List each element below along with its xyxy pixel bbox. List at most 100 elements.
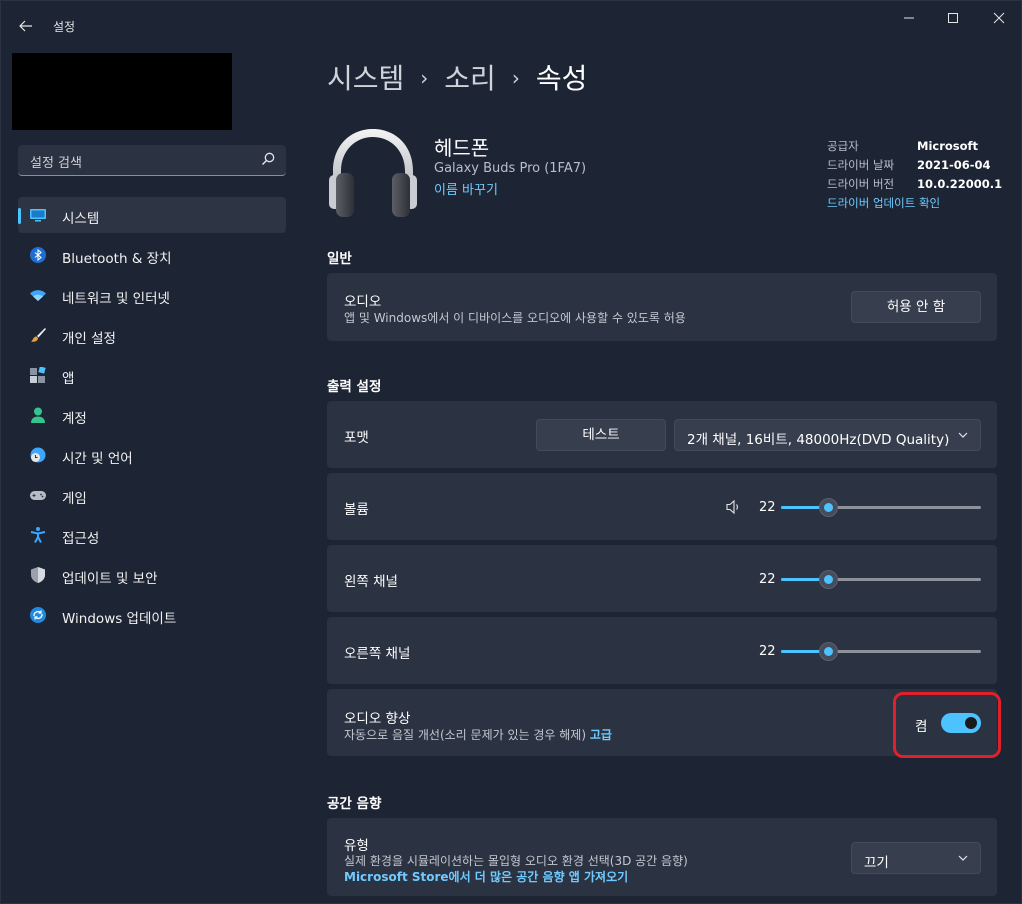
slider-thumb[interactable] xyxy=(819,642,838,661)
left-channel-slider[interactable] xyxy=(781,569,981,589)
spatial-selected: 끄기 xyxy=(864,855,889,871)
headphones-icon xyxy=(329,129,417,217)
card-subtitle: 실제 환경을 시뮬레이션하는 몰입형 오디오 환경 선택(3D 공간 음향) xyxy=(344,854,688,868)
sidebar-item-label: 게임 xyxy=(62,491,87,507)
sidebar-item-label: 업데이트 및 보안 xyxy=(62,571,158,587)
search-placeholder: 설정 검색 xyxy=(30,156,82,171)
sidebar-item-label: Windows 업데이트 xyxy=(62,611,177,627)
breadcrumb-separator: › xyxy=(420,66,429,90)
brush-icon xyxy=(31,328,46,342)
wifi-icon xyxy=(30,290,46,301)
sidebar-item-label: 네트워크 및 인터넷 xyxy=(62,291,170,307)
slider-thumb[interactable] xyxy=(819,570,838,589)
annotation-highlight-box xyxy=(893,692,1001,758)
sidebar-item-gaming[interactable]: 게임 xyxy=(18,477,286,513)
right-channel-slider[interactable] xyxy=(781,641,981,661)
device-name: 헤드폰 xyxy=(434,136,490,160)
maximize-button[interactable] xyxy=(933,9,973,31)
card-title: 왼쪽 채널 xyxy=(344,574,398,590)
card-title: 포맷 xyxy=(344,430,369,446)
breadcrumb-sound[interactable]: 소리 xyxy=(444,62,496,95)
account-profile-redacted[interactable] xyxy=(12,53,232,130)
chevron-down-icon xyxy=(958,432,968,438)
maximize-icon xyxy=(948,13,958,23)
enhancement-description: 자동으로 음질 개선(소리 문제가 있는 경우 해제) xyxy=(344,728,587,742)
search-icon[interactable] xyxy=(260,151,276,167)
sidebar-item-accessibility[interactable]: 접근성 xyxy=(18,517,286,553)
sidebar-item-system[interactable]: 시스템 xyxy=(18,197,286,233)
driver-update-link[interactable]: 드라이버 업데이트 확인 xyxy=(827,194,1002,213)
minimize-button[interactable] xyxy=(889,9,929,31)
rename-link[interactable]: 이름 바꾸기 xyxy=(434,179,498,198)
section-title-spatial: 공간 음향 xyxy=(327,796,382,812)
back-button[interactable] xyxy=(15,15,37,37)
sidebar-item-time-language[interactable]: 시간 및 언어 xyxy=(18,437,286,473)
chevron-down-icon xyxy=(958,855,968,861)
sidebar-item-bluetooth[interactable]: Bluetooth & 장치 xyxy=(18,237,286,273)
sidebar-item-personalization[interactable]: 개인 설정 xyxy=(18,317,286,353)
sidebar-item-label: 앱 xyxy=(62,371,75,387)
volume-card: 볼륨 22 xyxy=(327,473,997,540)
meta-key: 드라이버 날짜 xyxy=(827,158,895,172)
accessibility-icon xyxy=(30,527,46,543)
volume-slider[interactable] xyxy=(781,497,981,517)
card-title: 오디오 xyxy=(344,294,382,310)
back-arrow-icon xyxy=(19,20,32,32)
meta-value: 10.0.22000.1 xyxy=(917,177,1003,191)
speaker-icon[interactable] xyxy=(725,499,741,515)
clock-globe-icon xyxy=(30,447,46,463)
bluetooth-icon xyxy=(30,247,46,263)
settings-window: 설정 설정 검색 시스템 Bluetooth & 장치 네트워크 및 인터넷 개… xyxy=(0,0,1022,904)
gamepad-icon xyxy=(30,491,46,500)
card-title: 오른쪽 채널 xyxy=(344,646,411,662)
sidebar-item-label: 계정 xyxy=(62,411,87,427)
breadcrumb-system[interactable]: 시스템 xyxy=(327,62,404,95)
device-model: Galaxy Buds Pro (1FA7) xyxy=(434,161,587,176)
spatial-type-card: 유형 실제 환경을 시뮬레이션하는 몰입형 오디오 환경 선택(3D 공간 음향… xyxy=(327,818,997,896)
meta-row-driver-version: 드라이버 버전 10.0.22000.1 xyxy=(827,175,1002,194)
audio-allow-card: 오디오 앱 및 Windows에서 이 디바이스를 오디오에 사용할 수 있도록… xyxy=(327,273,997,341)
sidebar-item-accounts[interactable]: 계정 xyxy=(18,397,286,433)
left-channel-value: 22 xyxy=(759,572,776,587)
format-selected: 2개 채널, 16비트, 48000Hz(DVD Quality) xyxy=(687,432,950,448)
breadcrumb: 시스템 › 소리 › 속성 xyxy=(327,57,587,97)
card-title: 유형 xyxy=(344,838,369,854)
meta-row-driver-date: 드라이버 날짜 2021-06-04 xyxy=(827,156,1002,175)
sidebar-item-label: 개인 설정 xyxy=(62,331,116,347)
card-subtitle: 앱 및 Windows에서 이 디바이스를 오디오에 사용할 수 있도록 허용 xyxy=(344,311,686,325)
right-channel-value: 22 xyxy=(759,644,776,659)
breadcrumb-separator: › xyxy=(511,66,520,90)
system-monitor-icon xyxy=(30,209,46,222)
meta-value: 2021-06-04 xyxy=(917,158,991,172)
sidebar-item-network[interactable]: 네트워크 및 인터넷 xyxy=(18,277,286,313)
card-title: 볼륨 xyxy=(344,502,369,518)
meta-key: 공급자 xyxy=(827,139,859,153)
test-button[interactable]: 테스트 xyxy=(536,419,666,451)
right-channel-card: 오른쪽 채널 22 xyxy=(327,617,997,684)
person-icon xyxy=(31,407,45,423)
minimize-icon xyxy=(904,17,914,19)
store-spatial-apps-link[interactable]: Microsoft Store에서 더 많은 공간 음향 앱 가져오기 xyxy=(344,868,628,885)
meta-value: Microsoft xyxy=(917,139,979,153)
settings-search-input[interactable]: 설정 검색 xyxy=(18,145,286,176)
sidebar-item-update-security[interactable]: 업데이트 및 보안 xyxy=(18,557,286,593)
meta-row-provider: 공급자 Microsoft xyxy=(827,137,1002,156)
sidebar-item-label: 접근성 xyxy=(62,531,100,547)
sidebar-item-label: 시스템 xyxy=(62,211,100,227)
close-button[interactable] xyxy=(979,9,1019,31)
format-dropdown[interactable]: 2개 채널, 16비트, 48000Hz(DVD Quality) xyxy=(674,419,981,451)
card-subtitle: 자동으로 음질 개선(소리 문제가 있는 경우 해제) 고급 xyxy=(344,726,612,743)
section-title-output: 출력 설정 xyxy=(327,379,382,395)
close-icon xyxy=(993,12,1005,24)
sidebar-item-label: 시간 및 언어 xyxy=(62,451,133,467)
volume-value: 22 xyxy=(759,500,776,515)
sidebar-item-windows-update[interactable]: Windows 업데이트 xyxy=(18,597,286,633)
format-card: 포맷 테스트 2개 채널, 16비트, 48000Hz(DVD Quality) xyxy=(327,401,997,468)
slider-thumb[interactable] xyxy=(819,498,838,517)
windows-update-icon xyxy=(30,607,46,623)
disallow-audio-button[interactable]: 허용 안 함 xyxy=(851,291,981,323)
advanced-link[interactable]: 고급 xyxy=(590,728,612,742)
sidebar-item-apps[interactable]: 앱 xyxy=(18,357,286,393)
title-bar: 설정 xyxy=(1,1,1022,49)
spatial-type-dropdown[interactable]: 끄기 xyxy=(851,842,981,874)
